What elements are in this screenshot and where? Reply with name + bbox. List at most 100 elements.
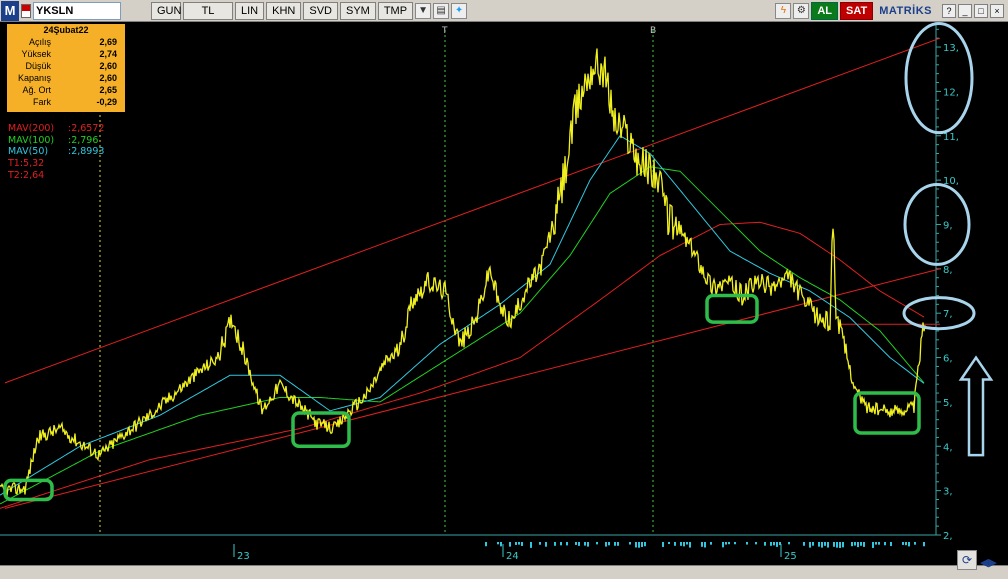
y-tick-label: 9, (943, 220, 953, 231)
y-tick-label: 2, (943, 531, 953, 542)
volume-bar (545, 542, 547, 547)
price-chart[interactable]: 2,3,4,5,6,7,8,9,10,11,12,13,T B23 24 25 (0, 22, 1008, 565)
volume-bar (842, 542, 844, 548)
volume-bar (770, 542, 772, 546)
y-tick-label: 11, (943, 132, 959, 143)
volume-bar (773, 542, 775, 546)
volume-bar (836, 542, 838, 548)
info-label: Ağ. Ort (22, 85, 51, 95)
volume-bar (914, 542, 916, 545)
symbol-input[interactable]: YKSLN (33, 1, 121, 20)
refresh-icon[interactable]: ⟳ (957, 550, 977, 570)
volume-bar (689, 542, 691, 548)
period-select[interactable]: GUN (151, 1, 181, 20)
currency-select[interactable]: TL (183, 1, 233, 20)
info-value: -0,29 (96, 97, 117, 107)
event-marker-label: B (650, 26, 656, 36)
volume-bar (566, 542, 568, 546)
volume-bar (608, 542, 610, 546)
volume-bar (662, 542, 664, 547)
volume-bar (821, 542, 823, 548)
settings-icon[interactable]: ⚙ (793, 2, 810, 19)
volume-bar (839, 542, 841, 548)
volume-bar (629, 542, 631, 545)
volume-bar (710, 542, 712, 545)
volume-bar (878, 542, 880, 545)
indicator-legend: MAV(200):2,6572 MAV(100):2,796 MAV(50):2… (8, 123, 104, 182)
volume-bar (686, 542, 688, 545)
volume-bar (818, 542, 820, 547)
volume-bar (614, 542, 616, 546)
volume-bar (827, 542, 829, 548)
volume-bar (905, 542, 907, 546)
volume-bar (854, 542, 856, 546)
legend-name: T1:5,32 (8, 158, 45, 170)
legend-value: :2,8993 (68, 146, 105, 158)
volume-bar (641, 542, 643, 547)
volume-bar (560, 542, 562, 546)
y-tick-label: 8, (943, 265, 953, 276)
volume-bar (509, 542, 511, 547)
lightning-icon[interactable]: ϟ (775, 2, 792, 19)
volume-bar (908, 542, 910, 547)
volume-bar (884, 542, 886, 546)
khn-button[interactable]: KHN (266, 1, 302, 20)
volume-bar (587, 542, 589, 547)
volume-bar (674, 542, 676, 546)
volume-bar (596, 542, 598, 545)
volume-bar (497, 542, 499, 545)
legend-name: MAV(200) (8, 123, 55, 134)
print-icon[interactable]: ▤ (433, 2, 450, 19)
volume-bar (788, 542, 790, 545)
sym-button[interactable]: SYM (339, 1, 376, 20)
volume-bar (860, 542, 862, 546)
volume-bar (530, 542, 532, 548)
legend-value: :2,6572 (68, 123, 105, 134)
volume-bar (875, 542, 877, 545)
chart-background (0, 22, 1008, 565)
scroll-arrows-icon[interactable]: ◀▶ (980, 556, 997, 569)
y-tick-label: 13, (943, 43, 959, 54)
x-tick-label: 24 (506, 551, 519, 562)
twitter-icon[interactable]: ✦ (451, 2, 468, 19)
tmp-button[interactable]: TMP (377, 1, 414, 20)
volume-bar (668, 542, 670, 545)
volume-bar (605, 542, 607, 547)
y-tick-label: 6, (943, 354, 953, 365)
y-tick-label: 4, (943, 442, 953, 453)
minimize-icon[interactable]: _ (958, 3, 972, 18)
volume-bar (734, 542, 736, 545)
volume-bar (701, 542, 703, 547)
close-icon[interactable]: × (990, 3, 1004, 18)
dropdown-arrow-icon[interactable]: ▼ (415, 2, 432, 19)
volume-bar (617, 542, 619, 546)
volume-bar (584, 542, 586, 546)
volume-bar (683, 542, 685, 547)
volume-bar (746, 542, 748, 545)
volume-bar (722, 542, 724, 548)
buy-button[interactable]: AL (811, 1, 839, 20)
line-button[interactable]: LIN (235, 1, 265, 20)
y-tick-label: 3, (943, 487, 953, 498)
volume-bar (872, 542, 874, 548)
volume-bar (638, 542, 640, 548)
x-tick-label: 25 (784, 551, 797, 562)
legend-name: MAV(50) (8, 146, 49, 158)
info-value: 2,65 (99, 85, 117, 95)
volume-bar (521, 542, 523, 546)
sell-button[interactable]: SAT (840, 1, 874, 20)
volume-bar (755, 542, 757, 545)
info-label: Fark (33, 97, 51, 107)
help-icon[interactable]: ? (942, 3, 956, 18)
y-tick-label: 7, (943, 309, 953, 320)
volume-bar (485, 542, 487, 547)
svd-button[interactable]: SVD (303, 1, 338, 20)
event-marker-label: T (441, 26, 448, 36)
volume-bar (890, 542, 892, 547)
volume-bar (863, 542, 865, 547)
maximize-icon[interactable]: □ (974, 3, 988, 18)
volume-bar (578, 542, 580, 546)
volume-bar (902, 542, 904, 545)
matriks-logo[interactable]: M (1, 0, 19, 21)
info-label: Yüksek (21, 49, 51, 59)
